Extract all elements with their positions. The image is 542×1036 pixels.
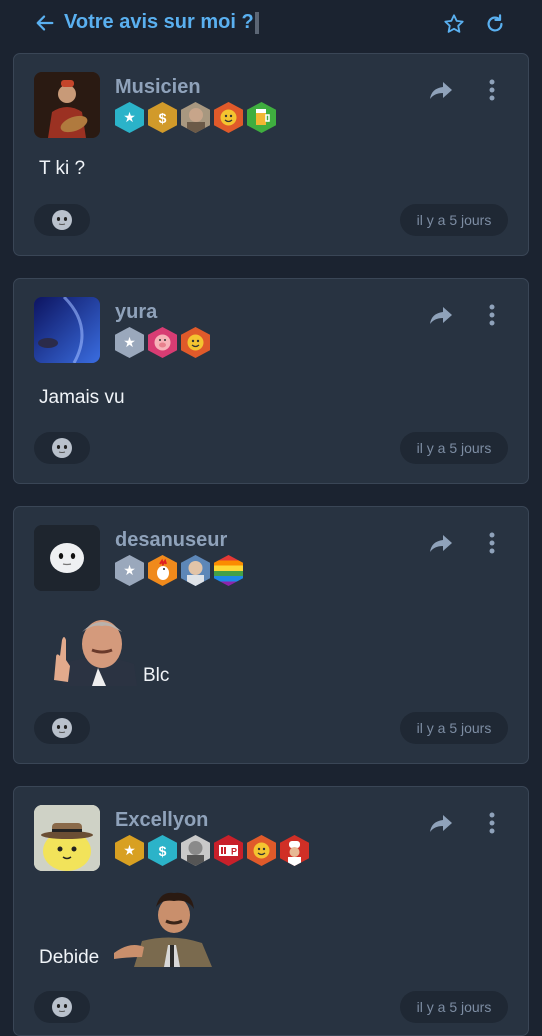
comment-card: desanuseur ★ Blc il y a 5 jours [13, 506, 529, 764]
meme-sticker [40, 610, 137, 686]
avatar[interactable] [34, 72, 100, 138]
smiley-face-icon [52, 997, 72, 1017]
comment-card: yura ★ Jamais vu il y a 5 jours [13, 278, 529, 484]
avatar[interactable] [34, 805, 100, 871]
app-header: Votre avis sur moi ? [0, 0, 542, 48]
share-icon[interactable] [428, 78, 454, 102]
smiley-badge[interactable] [247, 835, 276, 866]
more-vertical-icon[interactable] [484, 531, 500, 555]
timestamp: il y a 5 jours [400, 991, 508, 1023]
portrait-badge[interactable] [181, 835, 210, 866]
p-logo-badge[interactable]: P [214, 835, 243, 866]
reaction-button[interactable] [34, 204, 90, 236]
timestamp: il y a 5 jours [400, 712, 508, 744]
page-title: Votre avis sur moi ? [64, 11, 259, 34]
star-badge[interactable]: ★ [115, 555, 144, 586]
share-icon[interactable] [428, 303, 454, 327]
dollar-badge[interactable]: $ [148, 102, 177, 133]
more-vertical-icon[interactable] [484, 811, 500, 835]
portrait-badge[interactable] [181, 102, 210, 133]
beer-badge[interactable] [247, 102, 276, 133]
username[interactable]: Excellyon [115, 809, 208, 832]
star-badge[interactable]: ★ [115, 327, 144, 358]
smiley-badge[interactable] [181, 327, 210, 358]
comment-text: Jamais vu [39, 387, 125, 408]
more-vertical-icon[interactable] [484, 78, 500, 102]
reaction-button[interactable] [34, 712, 90, 744]
avatar[interactable] [34, 297, 100, 363]
comment-text: T ki ? [39, 158, 86, 179]
chef-badge[interactable] [280, 835, 309, 866]
share-icon[interactable] [428, 811, 454, 835]
meme-sticker [112, 891, 212, 967]
username[interactable]: desanuseur [115, 529, 227, 552]
star-badge[interactable]: ★ [115, 102, 144, 133]
dollar-badge[interactable]: $ [148, 835, 177, 866]
p-logo-letter: P [231, 847, 237, 857]
smiley-face-icon [52, 438, 72, 458]
comment-text: Blc [143, 665, 170, 686]
timestamp: il y a 5 jours [400, 432, 508, 464]
pig-face-badge[interactable] [148, 327, 177, 358]
smiley-face-icon [52, 210, 72, 230]
timestamp: il y a 5 jours [400, 204, 508, 236]
reaction-button[interactable] [34, 991, 90, 1023]
comment-card: Musicien ★ $ T ki ? il y a 5 jours [13, 53, 529, 256]
rainbow-badge[interactable] [214, 555, 243, 586]
avatar[interactable] [34, 525, 100, 591]
reaction-button[interactable] [34, 432, 90, 464]
text-caret [254, 11, 259, 34]
portrait-badge[interactable] [181, 555, 210, 586]
username[interactable]: Musicien [115, 76, 201, 99]
comment-text: Debide [39, 947, 100, 968]
star-outline-icon[interactable] [443, 13, 465, 35]
username[interactable]: yura [115, 301, 157, 324]
smiley-badge[interactable] [214, 102, 243, 133]
star-badge[interactable]: ★ [115, 835, 144, 866]
arrow-left-icon[interactable] [34, 12, 56, 34]
more-vertical-icon[interactable] [484, 303, 500, 327]
share-icon[interactable] [428, 531, 454, 555]
comment-card: Excellyon ★ $ P Debide il y a 5 jours [13, 786, 529, 1036]
smiley-face-icon [52, 718, 72, 738]
rooster-badge[interactable] [148, 555, 177, 586]
refresh-icon[interactable] [484, 13, 506, 35]
page-title-text: Votre avis sur moi ? [64, 11, 254, 33]
